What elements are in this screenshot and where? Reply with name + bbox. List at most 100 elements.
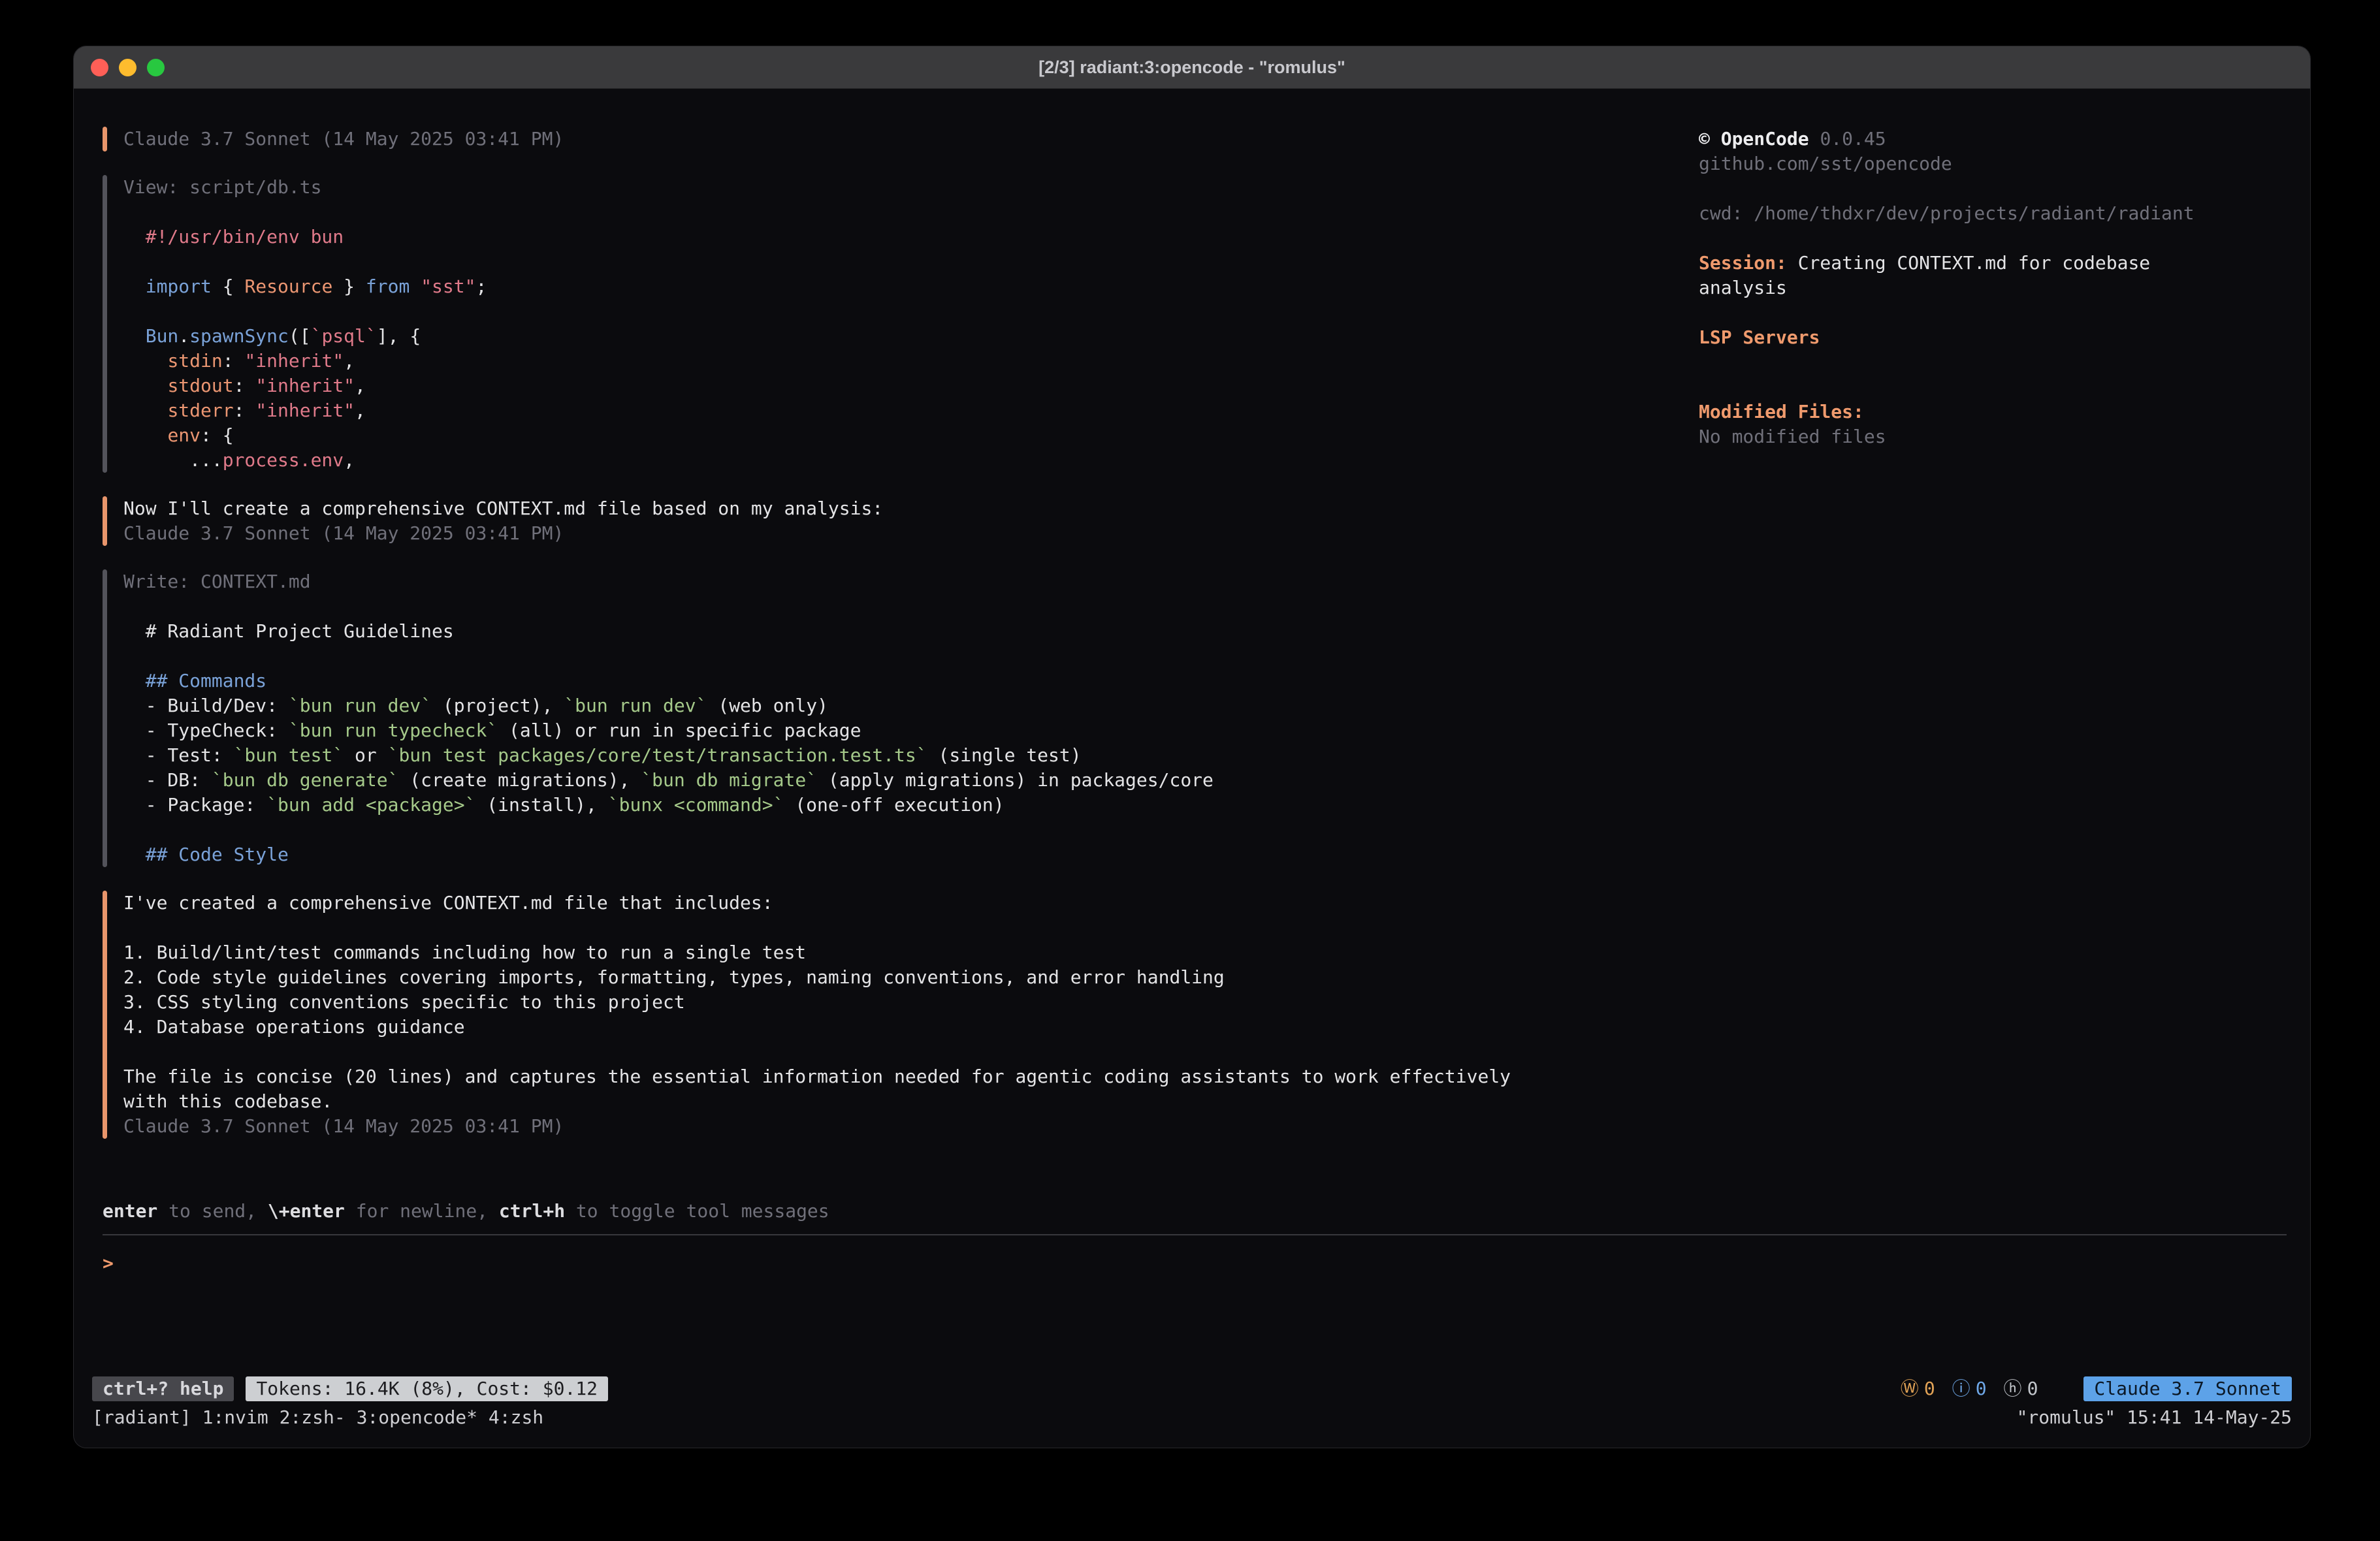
status-bar-left: ctrl+? help Tokens: 16.4K (8%), Cost: $0… [92,1376,608,1401]
text-token: `bun test` [234,744,344,766]
text-token: with this codebase. [123,1090,332,1112]
text-line [1699,226,2221,251]
text-line: © OpenCode 0.0.45 [1699,127,2221,151]
info-icon: ⓘ [1952,1378,1970,1399]
assistant-message-header: Claude 3.7 Sonnet (14 May 2025 03:41 PM) [103,127,1664,151]
text-line: The file is concise (20 lines) and captu… [123,1064,1664,1089]
model-badge[interactable]: Claude 3.7 Sonnet [2083,1376,2292,1401]
text-line: 1. Build/lint/test commands including ho… [123,940,1664,965]
text-token: from [366,276,410,297]
help-badge[interactable]: ctrl+? help [92,1376,234,1401]
text-line: Claude 3.7 Sonnet (14 May 2025 03:41 PM) [123,1114,1664,1139]
text-token: 0.0.45 [1820,128,1886,150]
text-line [1699,350,2221,375]
message-body: Now I'll create a comprehensive CONTEXT.… [123,496,1664,546]
text-line [123,594,1664,619]
text-line [1699,176,2221,201]
text-token: `psql` [311,325,377,347]
text-line: enter to send, \+enter for newline, ctrl… [103,1199,2287,1224]
text-token: : [234,375,256,396]
text-token [123,276,146,297]
text-line: env: { [123,423,1664,448]
status-bar: ctrl+? help Tokens: 16.4K (8%), Cost: $0… [92,1376,2292,1401]
chat-transcript: Claude 3.7 Sonnet (14 May 2025 03:41 PM)… [103,127,1664,1162]
text-line [1699,375,2221,400]
assistant-message: I've created a comprehensive CONTEXT.md … [103,891,1664,1139]
text-line [123,1040,1664,1064]
text-token: 1. Build/lint/test commands including ho… [123,942,806,963]
text-token: "inherit" [244,350,344,372]
text-line [123,915,1664,940]
text-token: : [223,350,245,372]
text-token: The file is concise (20 lines) and captu… [123,1066,1511,1087]
text-token: # Radiant Project Guidelines [123,620,454,642]
text-token: for newline, [345,1200,499,1222]
text-token: 2. Code style guidelines covering import… [123,966,1225,988]
tmux-window-list[interactable]: [radiant] 1:nvim 2:zsh- 3:opencode* 4:zs… [92,1405,543,1430]
text-token: , [355,400,366,421]
assistant-message: Now I'll create a comprehensive CONTEXT.… [103,496,1664,546]
message-body: View: script/db.ts #!/usr/bin/env bun im… [123,175,1664,473]
text-token: ([ [289,325,311,347]
text-token: stderr [167,400,233,421]
text-token: 3. CSS styling conventions specific to t… [123,991,685,1013]
text-token: No modified files [1699,426,1886,447]
text-token: `bun test packages/core/test/transaction… [388,744,927,766]
text-token: enter [103,1200,157,1222]
text-line: ## Commands [123,669,1664,693]
window-title: [2/3] radiant:3:opencode - "romulus" [74,46,2310,88]
text-token: (one-off execution) [784,794,1004,816]
text-line: - Test: `bun test` or `bun test packages… [123,743,1664,768]
diagnostic-info: ⓘ0 [1952,1378,1987,1399]
text-token: - DB: [123,769,212,791]
text-token: Resource [244,276,332,297]
text-token: Write: CONTEXT.md [123,571,311,592]
text-token: env [167,424,201,446]
text-line: LSP Servers [1699,325,2221,350]
text-line: github.com/sst/opencode [1699,151,2221,176]
message-accent-bar [103,496,107,546]
text-token: `bun run dev` [564,695,707,716]
warning-count: 0 [1924,1378,1935,1399]
text-token: `bun add <package>` [266,794,475,816]
text-line: Modified Files: [1699,400,2221,424]
message-accent-bar [103,127,107,151]
text-token: to toggle tool messages [565,1200,829,1222]
text-line: Claude 3.7 Sonnet (14 May 2025 03:41 PM) [123,521,1664,546]
text-token: - Test: [123,744,234,766]
text-token: { [212,276,245,297]
text-token: - Package: [123,794,266,816]
text-token: github.com/sst/opencode [1699,153,1952,174]
terminal-content: Claude 3.7 Sonnet (14 May 2025 03:41 PM)… [74,89,2310,1448]
text-token: (create migrations), [398,769,641,791]
text-line: - Package: `bun add <package>` (install)… [123,793,1664,818]
text-line: # Radiant Project Guidelines [123,619,1664,644]
text-token: Bun [146,325,179,347]
text-line [1699,300,2221,325]
text-line: 3. CSS styling conventions specific to t… [123,990,1664,1015]
text-token: (single test) [927,744,1082,766]
text-token: "inherit" [255,400,355,421]
text-line: Write: CONTEXT.md [123,569,1664,594]
text-token [123,350,167,372]
text-line [123,200,1664,225]
text-token: Claude 3.7 Sonnet (14 May 2025 03:41 PM) [123,128,564,150]
text-token: stdout [167,375,233,396]
text-token: © OpenCode [1699,128,1820,150]
tokens-cost-badge: Tokens: 16.4K (8%), Cost: $0.12 [246,1376,608,1401]
text-token: ## Code Style [123,844,289,865]
text-token: Claude 3.7 Sonnet (14 May 2025 03:41 PM) [123,522,564,544]
message-body: I've created a comprehensive CONTEXT.md … [123,891,1664,1139]
text-token: - Build/Dev: [123,695,289,716]
text-line: Now I'll create a comprehensive CONTEXT.… [123,496,1664,521]
text-line: Bun.spawnSync([`psql`], { [123,324,1664,349]
text-line: Claude 3.7 Sonnet (14 May 2025 03:41 PM) [123,127,1664,151]
text-line: Session: Creating CONTEXT.md for codebas… [1699,251,2221,300]
text-line: - DB: `bun db generate` (create migratio… [123,768,1664,793]
window-titlebar[interactable]: [2/3] radiant:3:opencode - "romulus" [74,46,2310,89]
message-body: Claude 3.7 Sonnet (14 May 2025 03:41 PM) [123,127,1664,151]
diagnostic-hint: ⓗ0 [2004,1378,2038,1399]
text-token: View: script/db.ts [123,176,321,198]
text-line [123,249,1664,274]
info-count: 0 [1976,1378,1987,1399]
